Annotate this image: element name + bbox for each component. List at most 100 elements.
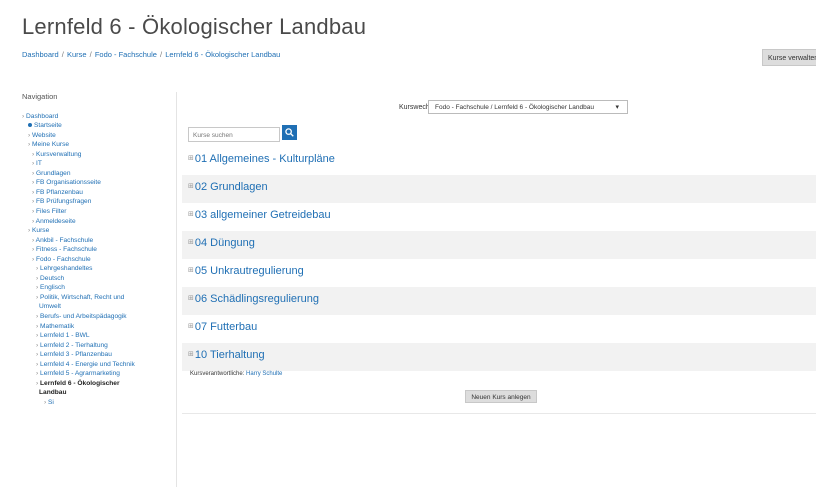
nav-item-label: Grundlagen bbox=[36, 169, 71, 177]
nav-item-label: Mathematik bbox=[40, 322, 75, 330]
breadcrumb-item[interactable]: Kurse bbox=[67, 50, 87, 59]
nav-item-label: Berufs- und Arbeitspädagogik bbox=[40, 313, 127, 321]
navigation-title: Navigation bbox=[22, 92, 58, 101]
breadcrumb-item[interactable]: Fodo - Fachschule bbox=[95, 50, 157, 59]
nav-item-label: Files Filter bbox=[36, 208, 67, 216]
course-jump-select[interactable]: Fodo - Fachschule / Lernfeld 6 - Ökologi… bbox=[428, 100, 628, 114]
nav-item[interactable]: › Lernfeld 6 - Ökologischer bbox=[22, 379, 172, 389]
breadcrumb: Dashboard / Kurse / Fodo - Fachschule / … bbox=[22, 50, 280, 59]
page-title: Lernfeld 6 - Ökologischer Landbau bbox=[22, 14, 367, 39]
nav-item[interactable]: › Grundlagen bbox=[22, 169, 172, 179]
nav-item-label: Lehrgeshandeltes bbox=[40, 265, 93, 273]
nav-item-label: Kurse bbox=[32, 227, 50, 235]
nav-item[interactable]: › Ankbil - Fachschule bbox=[22, 236, 172, 246]
nav-item-label: Umwelt bbox=[39, 303, 61, 311]
nav-item[interactable]: › Fitness - Fachschule bbox=[22, 245, 172, 255]
nav-item[interactable]: › IT bbox=[22, 159, 172, 169]
course-section[interactable]: ⊞07 Futterbau bbox=[182, 315, 816, 343]
collapse-icon[interactable]: ⊞ bbox=[188, 211, 194, 218]
section-title[interactable]: 07 Futterbau bbox=[195, 321, 257, 333]
manage-courses-button[interactable]: Kurse verwalten bbox=[762, 49, 816, 66]
nav-item-label: Lernfeld 6 - Ökologischer bbox=[40, 379, 120, 387]
nav-item[interactable]: › Anmeldeseite bbox=[22, 217, 172, 227]
nav-item-label: FB Pflanzenbau bbox=[36, 188, 83, 196]
teacher-link[interactable]: Harry Schulte bbox=[246, 371, 282, 377]
nav-item[interactable]: › Fodo - Fachschule bbox=[22, 255, 172, 265]
nav-item[interactable]: › Mathematik bbox=[22, 322, 172, 332]
nav-item-label: Lernfeld 5 - Agrarmarketing bbox=[40, 370, 120, 378]
nav-item[interactable]: Landbau bbox=[22, 388, 172, 398]
collapse-icon[interactable]: ⊞ bbox=[188, 295, 194, 302]
course-sections: ⊞01 Allgemeines - Kulturpläne ⊞02 Grundla… bbox=[182, 147, 816, 371]
navigation-tree: › Dashboard Startseite › Website › Meine Ku… bbox=[22, 112, 172, 408]
chevron-down-icon: ▾ bbox=[615, 104, 619, 111]
nav-item[interactable]: › Berufs- und Arbeitspädagogik bbox=[22, 312, 172, 322]
breadcrumb-item[interactable]: Dashboard bbox=[22, 50, 59, 59]
nav-item-label: Lernfeld 2 - Tierhaltung bbox=[40, 341, 108, 349]
nav-item[interactable]: › Si bbox=[22, 398, 172, 408]
nav-item[interactable]: › FB Prüfungsfragen bbox=[22, 197, 172, 207]
section-title[interactable]: 05 Unkrautregulierung bbox=[195, 265, 304, 277]
add-course-button[interactable]: Neuen Kurs anlegen bbox=[465, 390, 537, 403]
nav-item[interactable]: › Kursverwaltung bbox=[22, 150, 172, 160]
nav-item[interactable]: › Lernfeld 1 - BWL bbox=[22, 331, 172, 341]
collapse-icon[interactable]: ⊞ bbox=[188, 183, 194, 190]
nav-item[interactable]: Startseite bbox=[22, 121, 172, 131]
course-section[interactable]: ⊞10 Tierhaltung bbox=[182, 343, 816, 371]
nav-item[interactable]: › Files Filter bbox=[22, 207, 172, 217]
course-section[interactable]: ⊞06 Schädlingsregulierung bbox=[182, 287, 816, 315]
section-title[interactable]: 10 Tierhaltung bbox=[195, 349, 265, 361]
collapse-icon[interactable]: ⊞ bbox=[188, 267, 194, 274]
nav-item[interactable]: › FB Pflanzenbau bbox=[22, 188, 172, 198]
nav-item[interactable]: › Lernfeld 4 - Energie und Technik bbox=[22, 360, 172, 370]
teachers-label: Kursverantwortliche: bbox=[190, 371, 245, 377]
nav-item-label: Si bbox=[48, 398, 54, 406]
course-teachers: Kursverantwortliche: Harry Schulte bbox=[190, 371, 282, 377]
nav-item[interactable]: › Dashboard bbox=[22, 112, 172, 122]
nav-item[interactable]: › Website bbox=[22, 131, 172, 141]
course-section[interactable]: ⊞01 Allgemeines - Kulturpläne bbox=[182, 147, 816, 175]
course-search-input[interactable]: Kurse suchen bbox=[188, 127, 280, 142]
content-divider bbox=[182, 413, 816, 414]
section-title[interactable]: 01 Allgemeines - Kulturpläne bbox=[195, 153, 335, 165]
breadcrumb-item[interactable]: Lernfeld 6 - Ökologischer Landbau bbox=[165, 50, 280, 59]
collapse-icon[interactable]: ⊞ bbox=[188, 323, 194, 330]
nav-item-label: IT bbox=[36, 160, 42, 168]
collapse-icon[interactable]: ⊞ bbox=[188, 155, 194, 162]
nav-item[interactable]: › Lernfeld 5 - Agrarmarketing bbox=[22, 369, 172, 379]
course-jump-value: Fodo - Fachschule / Lernfeld 6 - Ökologi… bbox=[435, 104, 594, 111]
breadcrumb-separator: / bbox=[87, 50, 94, 59]
course-section[interactable]: ⊞05 Unkrautregulierung bbox=[182, 259, 816, 287]
section-title[interactable]: 03 allgemeiner Getreidebau bbox=[195, 209, 331, 221]
course-section[interactable]: ⊞04 Düngung bbox=[182, 231, 816, 259]
section-title[interactable]: 02 Grundlagen bbox=[195, 181, 268, 193]
nav-item[interactable]: › Lehrgeshandeltes bbox=[22, 264, 172, 274]
nav-item[interactable]: › Englisch bbox=[22, 283, 172, 293]
nav-item[interactable]: › Lernfeld 3 - Pflanzenbau bbox=[22, 350, 172, 360]
collapse-icon[interactable]: ⊞ bbox=[188, 351, 194, 358]
course-section[interactable]: ⊞02 Grundlagen bbox=[182, 175, 816, 203]
course-section[interactable]: ⊞03 allgemeiner Getreidebau bbox=[182, 203, 816, 231]
nav-item-label: Lernfeld 4 - Energie und Technik bbox=[40, 360, 135, 368]
section-title[interactable]: 04 Düngung bbox=[195, 237, 255, 249]
nav-item-label: Dashboard bbox=[26, 112, 59, 120]
search-button[interactable] bbox=[282, 125, 297, 140]
nav-item[interactable]: › Meine Kurse bbox=[22, 140, 172, 150]
nav-item-label: Kursverwaltung bbox=[36, 150, 82, 158]
nav-item-label: Anmeldeseite bbox=[35, 217, 76, 225]
nav-item[interactable]: › FB Organisationsseite bbox=[22, 178, 172, 188]
nav-item-label: FB Organisationsseite bbox=[36, 179, 101, 187]
collapse-icon[interactable]: ⊞ bbox=[188, 239, 194, 246]
nav-item[interactable]: Umwelt bbox=[22, 302, 172, 312]
nav-item[interactable]: › Lernfeld 2 - Tierhaltung bbox=[22, 341, 172, 351]
nav-item[interactable]: › Kurse bbox=[22, 226, 172, 236]
breadcrumb-separator: / bbox=[59, 50, 66, 59]
nav-item-label: Meine Kurse bbox=[32, 141, 70, 149]
breadcrumb-separator: / bbox=[157, 50, 165, 59]
column-divider bbox=[176, 92, 177, 487]
nav-item[interactable]: › Politik, Wirtschaft, Recht und bbox=[22, 293, 172, 303]
section-title[interactable]: 06 Schädlingsregulierung bbox=[195, 293, 319, 305]
nav-item-label: Lernfeld 3 - Pflanzenbau bbox=[40, 351, 112, 359]
nav-item[interactable]: › Deutsch bbox=[22, 274, 172, 284]
nav-item-label: Englisch bbox=[40, 284, 65, 292]
